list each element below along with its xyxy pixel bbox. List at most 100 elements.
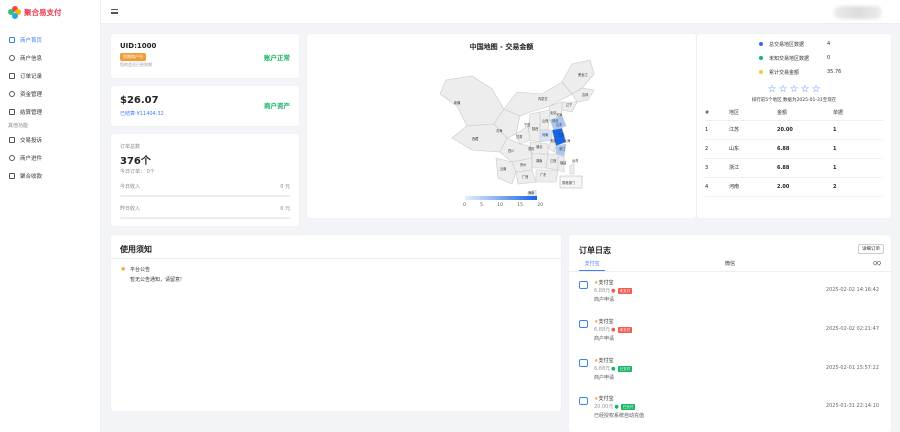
sidebar-item-home[interactable]: 商户首页 [0, 31, 100, 49]
users-icon [9, 55, 15, 61]
sidebar-item-complaints[interactable]: 交易投诉 [0, 131, 100, 149]
sidebar-item-label: 资金管理 [20, 92, 43, 98]
legend-label: 未知交易地区数据 [769, 55, 810, 62]
map-province-label: 云南 [500, 166, 506, 171]
status-badge: 未支付 [617, 326, 633, 333]
map-scale-labels: 0 5 10 15 20 [463, 203, 543, 208]
table-row: 1 江苏 20.00 1 [705, 120, 883, 140]
cell-rank: 1 [705, 120, 729, 140]
cart-icon [579, 397, 588, 405]
map-province-label: 青海 [496, 128, 503, 133]
map-province-label: 广西 [522, 174, 528, 179]
list-item[interactable]: ★支付宝 6.88元 ● 未支付 商户申请 2025-02-02 14:16:42 [579, 279, 879, 309]
map-province-label: 江西 [550, 158, 556, 163]
map-province-label: 台湾 [572, 158, 579, 163]
cart-icon [579, 359, 588, 367]
log-amount-value: 20.00元 [594, 404, 614, 410]
log-time: 2025-02-02 14:16:42 [825, 287, 879, 293]
sidebar-item-orders[interactable]: 订单记录 [0, 67, 100, 85]
sidebar-item-label: 交易投诉 [20, 138, 43, 144]
log-desc: 商户申请 [594, 297, 615, 303]
map-province-label: 湖北 [536, 144, 543, 149]
legend-total-amount: 累计交易金额 35.76 [759, 65, 879, 79]
cell-amount: 20.00 [777, 120, 833, 140]
account-status: 账户正常 [264, 54, 290, 62]
map-province-label: 辽宁 [566, 102, 572, 107]
map-province-label: 山东 [556, 122, 562, 127]
yesterday-income-label: 昨日收入 [120, 206, 141, 212]
col-amount: 金额 [777, 106, 833, 121]
map-province-label: 海南 [528, 190, 534, 195]
cell-rank: 3 [705, 158, 729, 178]
sidebar-item-label: 商户信息 [20, 56, 43, 62]
sidebar-item-merchant-info[interactable]: 商户信息 [0, 49, 100, 67]
map-province-label: 广东 [540, 172, 546, 177]
region-xinjiang[interactable] [439, 75, 505, 127]
order-log-title: 订单日志 [579, 246, 611, 255]
menu-toggle-icon[interactable] [111, 9, 118, 14]
dot-icon: ● [614, 403, 619, 410]
yesterday-income-value: 0 元 [280, 206, 290, 212]
sidebar-item-funds[interactable]: 资金管理 [0, 85, 100, 103]
settled-amount: 已结算:¥11404.32 [120, 111, 164, 117]
cell-amount: 6.88 [777, 139, 833, 159]
tab-qq[interactable]: QQ [855, 258, 881, 270]
uid: UID:1000 [120, 42, 157, 50]
list-item[interactable]: ★支付宝 20.00元 ● 已支付 已经授权系统自动充值 2025-01-31 22… [579, 395, 879, 425]
order-detail-button[interactable]: 详细订单 [858, 244, 884, 254]
log-amount: 20.00元 ● 已支付 [594, 403, 636, 410]
dot-icon: ● [611, 326, 616, 333]
sidebar-item-label: 商户首页 [20, 38, 43, 44]
notice-item-title: 平台公告 [130, 267, 151, 273]
log-channel-label: 支付宝 [598, 319, 614, 325]
star-icon: ☆ [767, 84, 777, 95]
map-province-label: 天津 [556, 112, 563, 117]
cell-region: 山东 [729, 139, 777, 159]
scale-label: 5 [480, 203, 483, 208]
status-badge: 已支付 [617, 365, 633, 372]
sidebar-item-aggregate[interactable]: 聚合收款 [0, 167, 100, 185]
region-taiwan[interactable] [569, 163, 575, 175]
china-map[interactable]: 黑龙江吉林辽宁内蒙古北京 天津河北山西山东江苏上海浙江安徽河南湖北陕西宁夏甘肃青海… [412, 54, 602, 204]
qrcode-icon [9, 173, 15, 179]
log-desc: 已经授权系统自动充值 [594, 413, 645, 419]
scale-label: 20 [537, 203, 543, 208]
tab-wechat[interactable]: 微信 [605, 258, 855, 270]
tab-alipay[interactable]: 支付宝 [579, 258, 605, 270]
map-province-label: 江苏 [558, 132, 565, 137]
sidebar-menu: 商户首页 商户信息 订单记录 资金管理 结算管理 其他功能 交易投诉 商户进件 … [0, 31, 100, 185]
sidebar-item-settlement[interactable]: 结算管理 [0, 103, 100, 121]
cell-count: 1 [833, 120, 883, 140]
map-province-label: 贵州 [520, 162, 526, 167]
log-amount-value: 6.88元 [594, 366, 611, 372]
rank-table: # 地区 金额 单据 1 江苏 20.00 1 2 山东 6.88 1 3 浙江 6.88 1 4… [705, 106, 883, 197]
sidebar: 聚合易支付 商户首页 商户信息 订单记录 资金管理 结算管理 其他功能 交易投诉… [0, 0, 101, 432]
today-income-bar [120, 195, 290, 197]
list-item[interactable]: ★支付宝 6.88元 ● 已支付 商户申请 2025-02-01 15:57:22 [579, 357, 879, 387]
topbar [101, 0, 900, 24]
wallet-icon [9, 91, 15, 97]
user-avatar[interactable] [834, 6, 882, 19]
orders-count: 376个 [120, 156, 151, 167]
sidebar-item-label: 结算管理 [20, 110, 43, 116]
logo[interactable]: 聚合易支付 [0, 0, 100, 24]
status-badge: 已支付 [620, 403, 636, 410]
list-item[interactable]: ★支付宝 6.88元 ● 未支付 商户申请 2025-02-02 02:21:47 [579, 318, 879, 348]
log-time: 2025-02-01 15:57:22 [825, 365, 879, 371]
map-province-label: 西藏 [472, 136, 479, 141]
stats-card: 总交易地区数据 4 未知交易地区数据 0 累计交易金额 35.76 ☆ ☆ ☆ ☆ ☆… [697, 34, 891, 218]
log-desc: 商户申请 [594, 336, 615, 342]
cell-count: 1 [833, 139, 883, 159]
sidebar-item-onboarding[interactable]: 商户进件 [0, 149, 100, 167]
dot-icon: ● [611, 287, 616, 294]
orders-card: 订单总数 376个 今日订单： 0个 今日收入 0 元 昨日收入 0 元 [111, 134, 299, 226]
map-province-label: 重庆 [528, 146, 535, 151]
notice-card: 使用须知 ★ 平台公告 暂无公告通知，请留意! [111, 235, 561, 411]
legend-value: 4 [827, 41, 831, 47]
legend-value: 0 [827, 55, 831, 61]
map-province-label: 四川 [508, 149, 514, 153]
table-row: 2 山东 6.88 1 [705, 139, 883, 159]
sidebar-item-label: 订单记录 [20, 74, 43, 80]
star-icon: ☆ [800, 84, 810, 95]
map-province-label: 安徽 [550, 138, 557, 143]
